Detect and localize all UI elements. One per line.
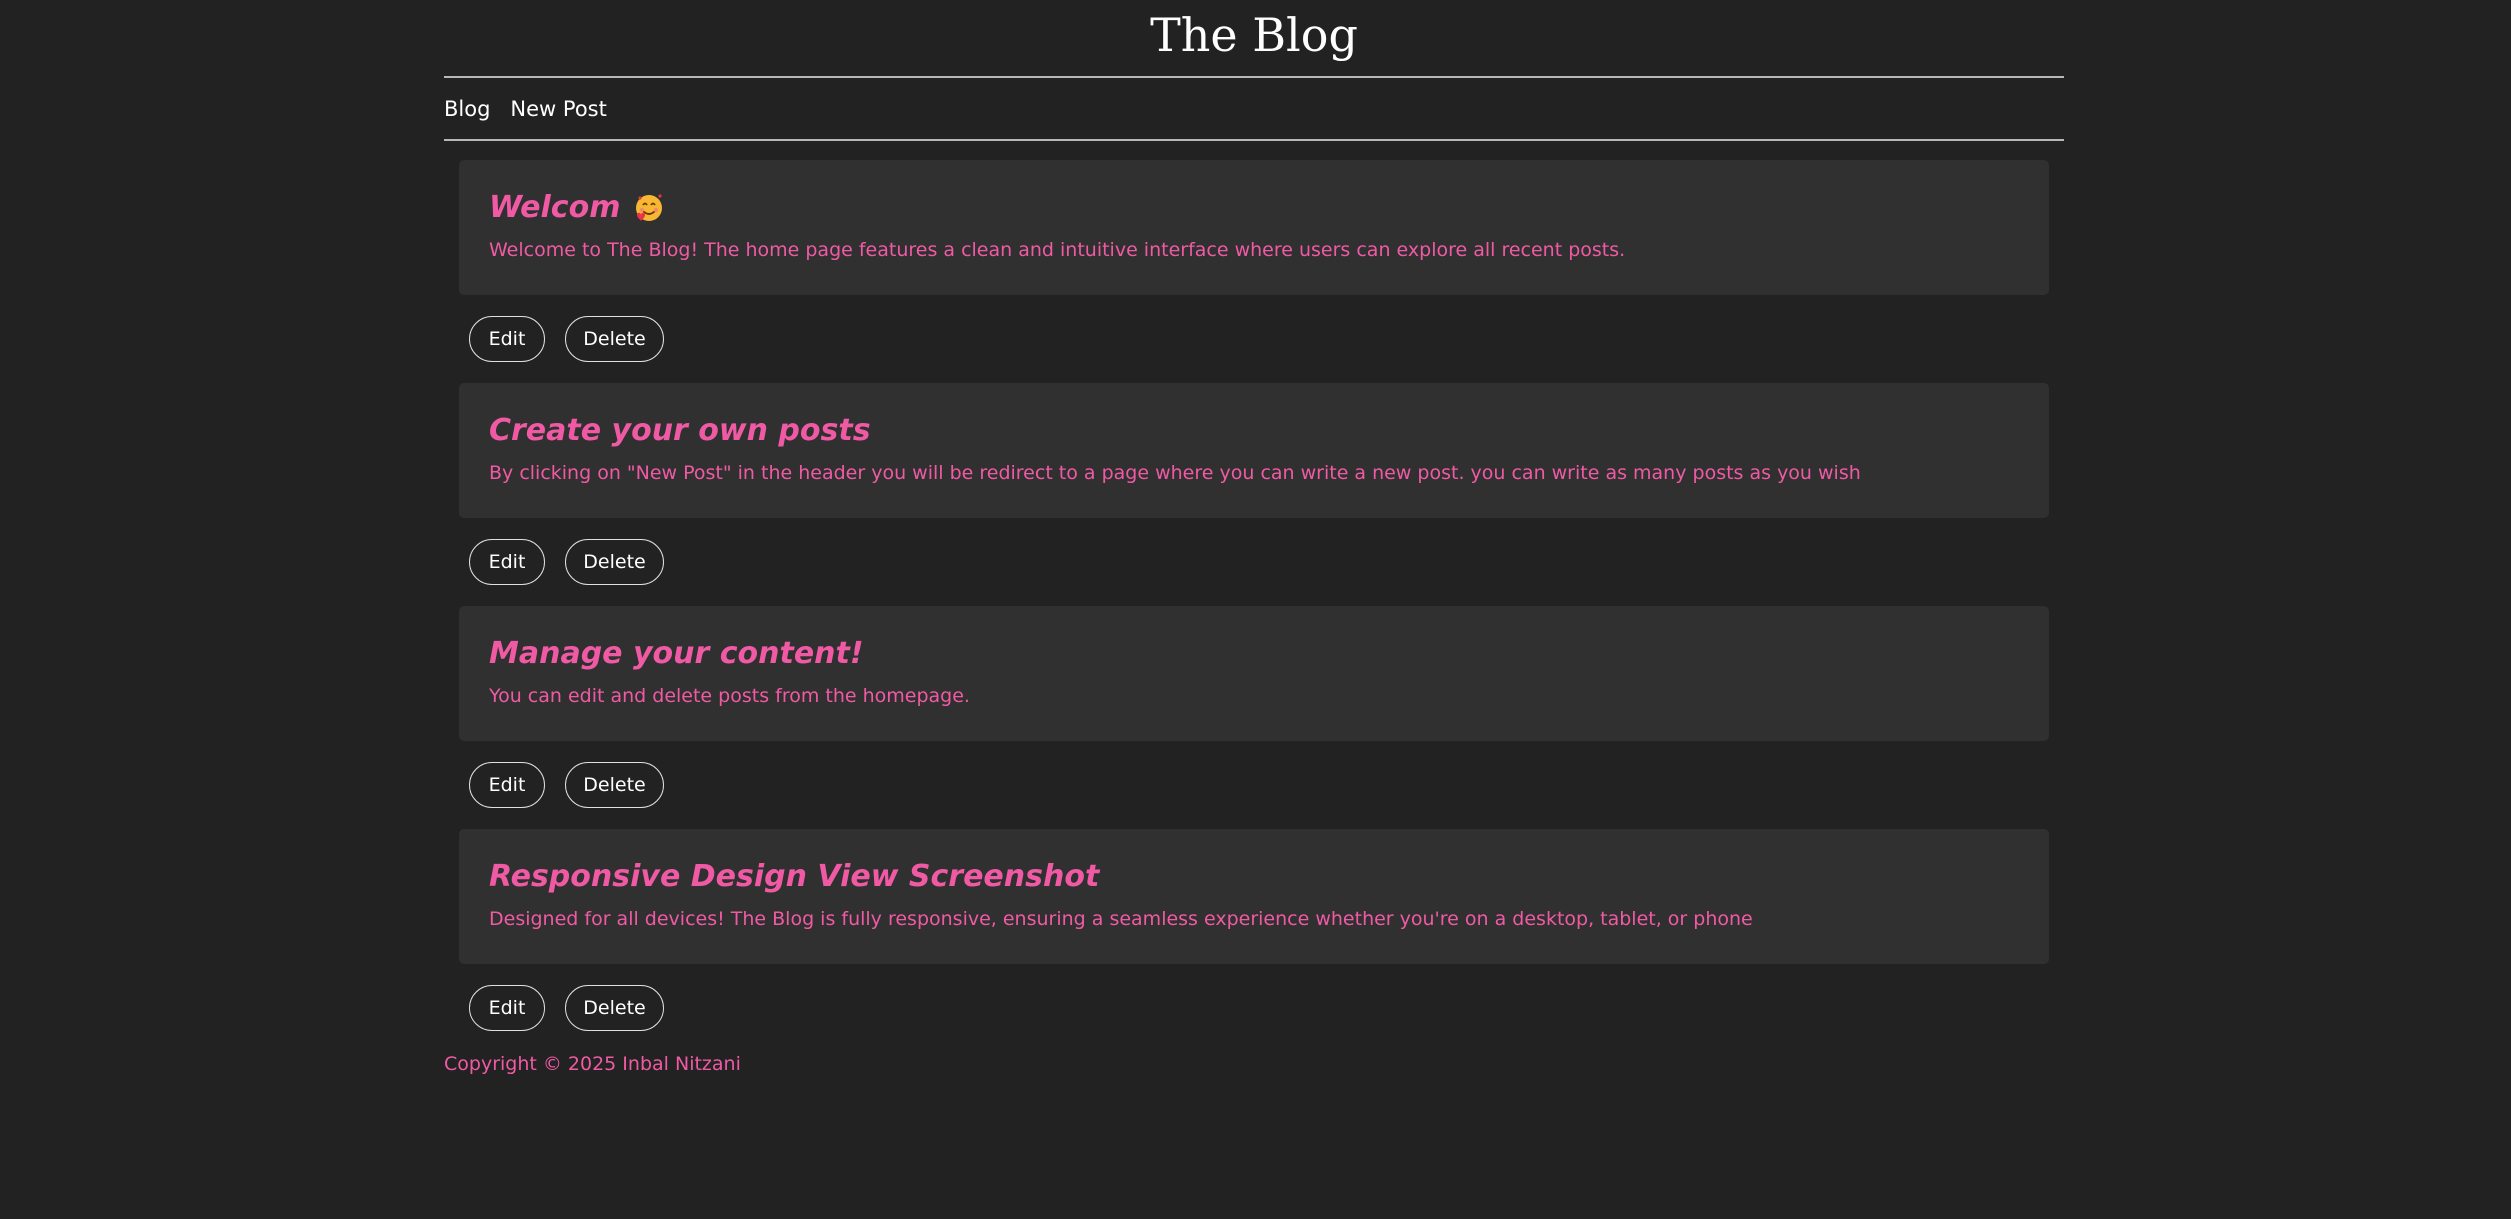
post-body: By clicking on "New Post" in the header … [489, 462, 1861, 484]
post-list: Welcom Welcome to The Blog! The home pag… [444, 141, 2064, 1052]
post-body: Designed for all devices! The Blog is fu… [489, 908, 1753, 930]
post-item: Create your own posts By clicking on "Ne… [459, 383, 2049, 606]
post-body: Welcome to The Blog! The home page featu… [489, 239, 1626, 261]
post-card: Manage your content! You can edit and de… [459, 606, 2049, 741]
post-title: Manage your content! [489, 636, 864, 671]
delete-button[interactable]: Delete [565, 762, 664, 808]
footer-copyright: Copyright © 2025 Inbal Nitzani [444, 1053, 741, 1075]
delete-button[interactable]: Delete [565, 985, 664, 1031]
main-container: The Blog Blog New Post Welcom Welcome to… [444, 0, 2064, 1078]
edit-button[interactable]: Edit [469, 316, 545, 362]
post-card: Welcom Welcome to The Blog! The home pag… [459, 160, 2049, 295]
edit-button[interactable]: Edit [469, 985, 545, 1031]
post-item: Manage your content! You can edit and de… [459, 606, 2049, 829]
nav-link-new-post[interactable]: New Post [510, 97, 606, 121]
edit-button[interactable]: Edit [469, 539, 545, 585]
post-card: Create your own posts By clicking on "Ne… [459, 383, 2049, 518]
post-title-row: Welcom [489, 188, 2019, 228]
post-actions: Edit Delete [459, 964, 2049, 1052]
post-actions: Edit Delete [459, 295, 2049, 383]
post-title: Welcom [489, 190, 621, 225]
post-title: Create your own posts [489, 413, 871, 448]
nav-link-blog[interactable]: Blog [444, 97, 490, 121]
delete-button[interactable]: Delete [565, 316, 664, 362]
post-item: Responsive Design View Screenshot Design… [459, 829, 2049, 1052]
edit-button[interactable]: Edit [469, 762, 545, 808]
post-item: Welcom Welcome to The Blog! The home pag… [459, 160, 2049, 383]
smiling-face-with-hearts-icon [634, 193, 664, 223]
site-title: The Blog [1150, 8, 1358, 62]
post-body: You can edit and delete posts from the h… [489, 685, 970, 707]
post-title: Responsive Design View Screenshot [489, 859, 1100, 894]
main-nav: Blog New Post [444, 78, 2064, 139]
post-card: Responsive Design View Screenshot Design… [459, 829, 2049, 964]
post-actions: Edit Delete [459, 518, 2049, 606]
blog-page: The Blog Blog New Post Welcom Welcome to… [0, 0, 2511, 1219]
delete-button[interactable]: Delete [565, 539, 664, 585]
post-actions: Edit Delete [459, 741, 2049, 829]
